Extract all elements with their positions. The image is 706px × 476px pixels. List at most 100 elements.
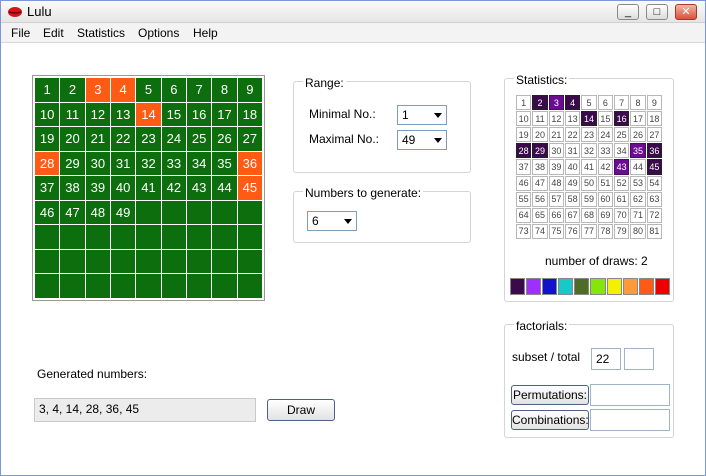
empty-cell: [60, 249, 85, 274]
number-cell-16[interactable]: 16: [187, 102, 212, 127]
number-cell-4[interactable]: 4: [111, 78, 136, 102]
combinations-button[interactable]: Combinations:: [511, 410, 589, 430]
number-cell-41[interactable]: 41: [136, 176, 161, 200]
statistics-grid: 1 2 3 4 5 6 7 8 9 10 11 12 13 14 15 16 17 18 19 20 21 22 23 24 2…: [516, 95, 662, 239]
number-cell-30[interactable]: 30: [85, 151, 110, 176]
number-cell-17[interactable]: 17: [212, 102, 237, 127]
palette-swatch-8[interactable]: [622, 278, 638, 295]
number-cell-38[interactable]: 38: [60, 176, 85, 200]
palette-swatch-2[interactable]: [526, 278, 542, 295]
palette-swatch-10[interactable]: [654, 278, 670, 295]
number-cell-34[interactable]: 34: [187, 151, 212, 176]
number-cell-1[interactable]: 1: [35, 78, 60, 102]
number-cell-3[interactable]: 3: [85, 78, 110, 102]
number-cell-22[interactable]: 22: [111, 127, 136, 151]
menu-edit[interactable]: Edit: [43, 26, 64, 40]
number-cell-21[interactable]: 21: [85, 127, 110, 151]
number-cell-7[interactable]: 7: [187, 78, 212, 102]
number-cell-49[interactable]: 49: [111, 200, 136, 225]
stat-cell-35: 35: [630, 143, 646, 159]
palette-swatch-5[interactable]: [574, 278, 590, 295]
stat-cell-3: 3: [548, 95, 564, 111]
number-cell-9[interactable]: 9: [237, 78, 262, 102]
number-cell-29[interactable]: 29: [60, 151, 85, 176]
number-cell-43[interactable]: 43: [187, 176, 212, 200]
total-input[interactable]: [624, 348, 654, 370]
number-cell-23[interactable]: 23: [136, 127, 161, 151]
menu-options[interactable]: Options: [138, 26, 179, 40]
number-cell-12[interactable]: 12: [85, 102, 110, 127]
maximal-value: 49: [402, 133, 416, 147]
subset-input[interactable]: 22: [591, 348, 621, 370]
number-cell-5[interactable]: 5: [136, 78, 161, 102]
maximize-icon: □: [653, 6, 661, 18]
stat-cell-57: 57: [548, 191, 564, 207]
stat-cell-5: 5: [581, 95, 597, 111]
number-cell-47[interactable]: 47: [60, 200, 85, 225]
number-cell-32[interactable]: 32: [136, 151, 161, 176]
number-cell-28[interactable]: 28: [35, 151, 60, 176]
number-cell-45[interactable]: 45: [237, 176, 262, 200]
number-cell-37[interactable]: 37: [35, 176, 60, 200]
number-cell-33[interactable]: 33: [161, 151, 186, 176]
number-cell-24[interactable]: 24: [161, 127, 186, 151]
palette-swatch-3[interactable]: [542, 278, 558, 295]
stat-cell-74: 74: [532, 223, 548, 239]
palette-swatch-6[interactable]: [590, 278, 606, 295]
palette-swatch-4[interactable]: [558, 278, 574, 295]
generate-select[interactable]: 6: [307, 211, 357, 231]
number-cell-6[interactable]: 6: [161, 78, 186, 102]
maximal-select[interactable]: 49: [397, 130, 447, 150]
maximize-button[interactable]: □: [646, 4, 668, 20]
number-cell-42[interactable]: 42: [161, 176, 186, 200]
combinations-output[interactable]: [590, 409, 670, 431]
number-cell-18[interactable]: 18: [237, 102, 262, 127]
number-cell-11[interactable]: 11: [60, 102, 85, 127]
stat-cell-48: 48: [548, 175, 564, 191]
number-cell-26[interactable]: 26: [212, 127, 237, 151]
permutations-button[interactable]: Permutations:: [511, 385, 589, 405]
palette-swatch-9[interactable]: [638, 278, 654, 295]
minimize-button[interactable]: _: [617, 4, 639, 20]
empty-cell: [237, 200, 262, 225]
palette-swatch-7[interactable]: [606, 278, 622, 295]
number-cell-20[interactable]: 20: [60, 127, 85, 151]
number-cell-39[interactable]: 39: [85, 176, 110, 200]
minimal-select[interactable]: 1: [397, 105, 447, 125]
number-cell-40[interactable]: 40: [111, 176, 136, 200]
number-cell-48[interactable]: 48: [85, 200, 110, 225]
empty-cell: [212, 200, 237, 225]
menu-statistics[interactable]: Statistics: [77, 26, 125, 40]
number-cell-2[interactable]: 2: [60, 78, 85, 102]
palette-swatch-1[interactable]: [510, 278, 526, 295]
number-cell-35[interactable]: 35: [212, 151, 237, 176]
stat-cell-39: 39: [548, 159, 564, 175]
number-cell-8[interactable]: 8: [212, 78, 237, 102]
stat-cell-36: 36: [646, 143, 662, 159]
stat-cell-6: 6: [597, 95, 613, 111]
permutations-output[interactable]: [590, 384, 670, 406]
number-cell-44[interactable]: 44: [212, 176, 237, 200]
empty-cell: [111, 274, 136, 298]
title-bar[interactable]: Lulu _ □ ✕: [1, 1, 705, 23]
number-cell-13[interactable]: 13: [111, 102, 136, 127]
empty-cell: [161, 200, 186, 225]
factorials-label: factorials:: [514, 319, 570, 333]
number-cell-15[interactable]: 15: [161, 102, 186, 127]
menu-help[interactable]: Help: [193, 26, 218, 40]
stat-cell-55: 55: [516, 191, 532, 207]
number-cell-27[interactable]: 27: [237, 127, 262, 151]
number-cell-46[interactable]: 46: [35, 200, 60, 225]
menu-file[interactable]: File: [11, 26, 30, 40]
number-cell-31[interactable]: 31: [111, 151, 136, 176]
number-cell-14[interactable]: 14: [136, 102, 161, 127]
stat-cell-59: 59: [581, 191, 597, 207]
stat-cell-21: 21: [548, 127, 564, 143]
generated-label: Generated numbers:: [37, 367, 148, 381]
number-cell-36[interactable]: 36: [237, 151, 262, 176]
number-cell-10[interactable]: 10: [35, 102, 60, 127]
number-cell-19[interactable]: 19: [35, 127, 60, 151]
number-cell-25[interactable]: 25: [187, 127, 212, 151]
close-button[interactable]: ✕: [675, 4, 697, 20]
draw-button[interactable]: Draw: [267, 399, 335, 421]
